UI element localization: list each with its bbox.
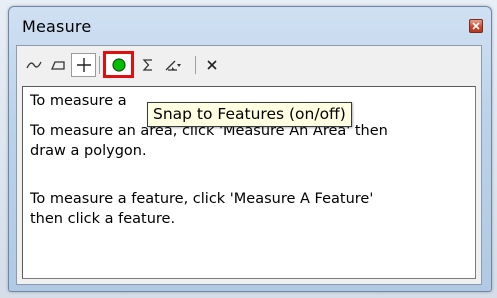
green-circle-icon [111,57,126,72]
title-bar[interactable]: Measure [9,7,491,43]
units-dropdown-icon [165,60,181,71]
snap-to-features-button[interactable] [103,51,134,78]
window-title: Measure [22,17,92,36]
toolbar-separator [99,56,100,74]
measure-panel: To measure a To measure an area, click '… [16,45,482,285]
choose-units-button[interactable] [161,53,185,77]
measure-feature-button[interactable] [71,53,96,77]
instruction-area: To measure an area, click 'Measure An Ar… [30,123,388,159]
sigma-icon [142,59,152,71]
measure-window: Measure To measure a To measure an area,… [8,6,492,292]
close-icon [472,22,480,30]
measure-line-icon [26,61,42,69]
crosshair-icon [76,58,91,72]
measure-line-button[interactable] [23,53,45,77]
tooltip: Snap to Features (on/off) [147,102,352,127]
instruction-feature: To measure a feature, click 'Measure A F… [30,191,374,227]
measure-area-icon [51,61,65,70]
toolbar-separator [195,56,196,74]
toolbar [17,46,481,84]
show-total-button[interactable] [137,53,159,77]
close-button[interactable] [469,19,483,33]
measure-area-button[interactable] [47,53,69,77]
close-x-icon [207,60,217,70]
clear-button[interactable] [201,53,223,77]
